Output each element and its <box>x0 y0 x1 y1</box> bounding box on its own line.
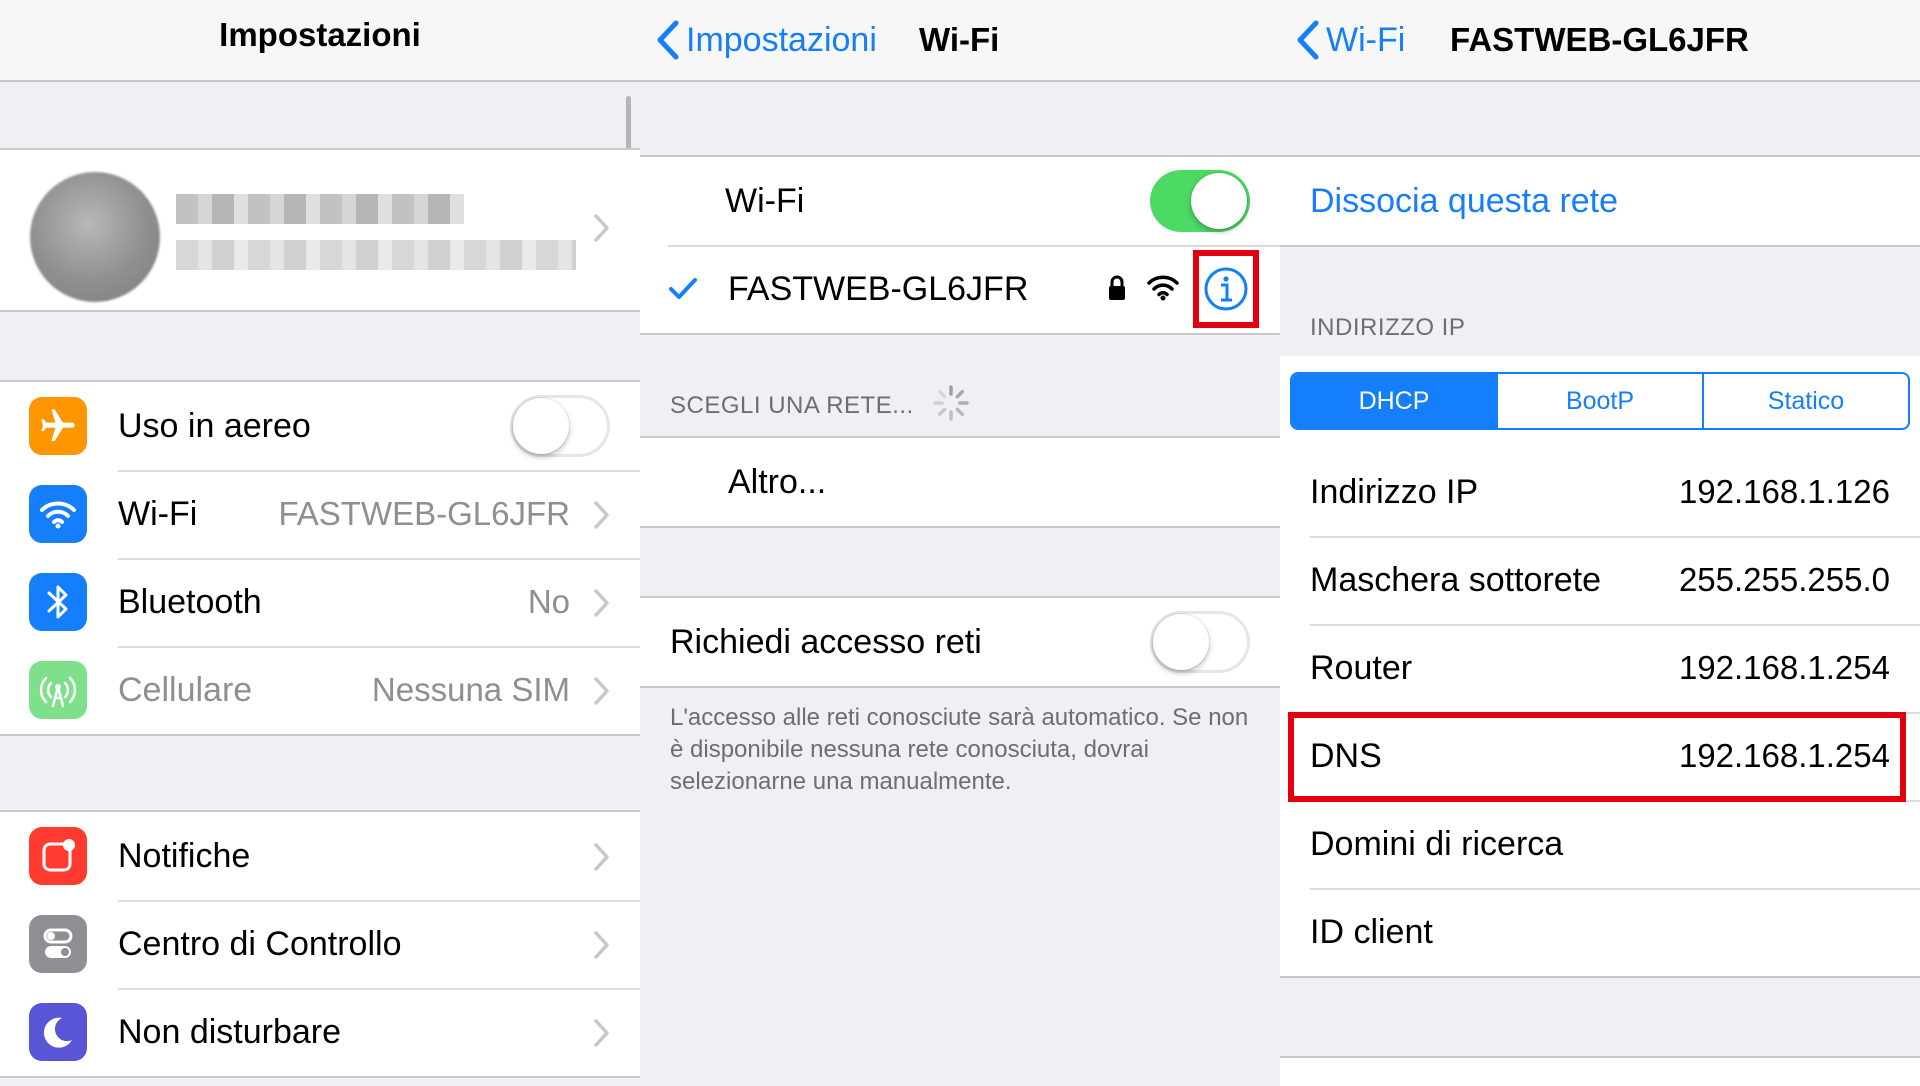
ip-settings-group: Indirizzo IP 192.168.1.126 Maschera sott… <box>1280 356 1920 978</box>
subnet-label: Maschera sottorete <box>1310 560 1602 599</box>
wifi-toggle[interactable] <box>1150 170 1250 232</box>
ask-join-group: Richiedi accesso reti <box>640 596 1280 688</box>
airplane-mode-label: Uso in aereo <box>118 406 311 445</box>
bluetooth-icon <box>29 573 87 631</box>
segment-static[interactable]: Statico <box>1702 374 1908 428</box>
airplane-mode-row[interactable]: Uso in aereo <box>0 382 640 470</box>
profile-name-blurred <box>176 194 464 224</box>
subnet-value: 255.255.255.0 <box>1678 561 1890 598</box>
forget-network-button[interactable]: Dissocia questa rete <box>1310 182 1618 221</box>
ask-join-row: Richiedi accesso reti <box>640 598 1280 686</box>
forget-network-group: Dissocia questa rete <box>1280 155 1920 247</box>
other-network-label: Altro... <box>728 462 827 501</box>
chevron-right-icon <box>594 677 609 705</box>
wifi-row[interactable]: Wi-Fi FASTWEB-GL6JFR <box>0 470 640 558</box>
other-network-row[interactable]: Altro... <box>640 438 1280 526</box>
wifi-toggle-row: Wi-Fi <box>640 157 1280 245</box>
network-detail-navbar: Wi-Fi FASTWEB-GL6JFR <box>1280 0 1920 82</box>
do-not-disturb-label: Non disturbare <box>118 1012 342 1051</box>
choose-network-header: SCEGLI UNA RETE... <box>670 392 914 419</box>
info-button-highlight <box>1193 250 1259 328</box>
ask-join-label: Richiedi accesso reti <box>670 622 982 661</box>
control-center-label: Centro di Controllo <box>118 924 402 963</box>
client-id-row[interactable]: ID client <box>1280 888 1920 976</box>
wifi-navbar: Impostazioni Wi-Fi <box>640 0 1280 82</box>
network-detail-panel: Wi-Fi FASTWEB-GL6JFR Dissocia questa ret… <box>1280 0 1920 1086</box>
segment-bootp[interactable]: BootP <box>1496 374 1702 428</box>
do-not-disturb-row[interactable]: Non disturbare <box>0 988 640 1076</box>
ip-label: Indirizzo IP <box>1310 472 1479 511</box>
client-id-label: ID client <box>1310 912 1433 951</box>
ask-join-footer: L'accesso alle reti conosciute sarà auto… <box>670 704 1249 795</box>
cellular-value: Nessuna SIM <box>371 671 570 708</box>
router-label: Router <box>1310 648 1413 687</box>
ip-address-header: INDIRIZZO IP <box>1310 314 1466 341</box>
bluetooth-value: No <box>527 583 570 620</box>
bluetooth-row[interactable]: Bluetooth No <box>0 558 640 646</box>
page-title: FASTWEB-GL6JFR <box>1450 21 1749 58</box>
chevron-right-icon <box>594 501 609 529</box>
ask-join-toggle[interactable] <box>1150 611 1250 673</box>
notifications-row[interactable]: Notifiche <box>0 812 640 900</box>
search-domains-label: Domini di ricerca <box>1310 824 1564 863</box>
control-center-icon <box>29 915 87 973</box>
chevron-right-icon <box>594 931 609 959</box>
wifi-icon <box>29 485 87 543</box>
wifi-panel: Impostazioni Wi-Fi Wi-Fi FASTWEB-GL6JFR … <box>640 0 1280 1086</box>
airplane-icon <box>29 397 87 455</box>
dns-highlight <box>1288 712 1906 802</box>
wifi-value: FASTWEB-GL6JFR <box>278 495 570 532</box>
ip-row: Indirizzo IP 192.168.1.126 <box>1280 448 1920 536</box>
loading-spinner-icon <box>933 385 969 421</box>
bluetooth-label: Bluetooth <box>118 582 262 621</box>
wifi-toggle-label: Wi-Fi <box>725 181 805 220</box>
control-center-row[interactable]: Centro di Controllo <box>0 900 640 988</box>
connected-network-row[interactable]: FASTWEB-GL6JFR <box>640 245 1280 333</box>
back-button[interactable]: Impostazioni <box>656 16 877 64</box>
wifi-label: Wi-Fi <box>118 494 198 533</box>
ip-value: 192.168.1.126 <box>1678 473 1890 510</box>
profile-subtitle-blurred <box>176 240 576 270</box>
chevron-right-icon <box>594 1019 609 1047</box>
forget-network-row[interactable]: Dissocia questa rete <box>1280 157 1920 245</box>
notifications-icon <box>29 827 87 885</box>
wifi-signal-icon <box>1147 275 1179 301</box>
cellular-label: Cellulare <box>118 670 253 709</box>
chevron-right-icon <box>594 843 609 871</box>
chevron-right-icon <box>594 214 609 242</box>
back-button[interactable]: Wi-Fi <box>1296 16 1405 64</box>
back-button-label: Impostazioni <box>686 20 877 59</box>
router-value: 192.168.1.254 <box>1678 649 1890 686</box>
settings-panel: Impostazioni Uso in aereo Wi-Fi FASTWEB-… <box>0 0 640 1086</box>
airplane-mode-toggle[interactable] <box>510 395 610 457</box>
system-group: Notifiche Centro di Controllo Non distur… <box>0 810 640 1078</box>
cellular-icon <box>29 661 87 719</box>
segment-dhcp[interactable]: DHCP <box>1292 374 1496 428</box>
profile-card[interactable] <box>0 148 640 312</box>
cellular-row[interactable]: Cellulare Nessuna SIM <box>0 646 640 734</box>
other-network-group: Altro... <box>640 436 1280 528</box>
chevron-right-icon <box>594 589 609 617</box>
back-button-label: Wi-Fi <box>1326 20 1406 59</box>
chevron-left-icon <box>1297 20 1319 60</box>
settings-navbar: Impostazioni <box>0 0 640 82</box>
screen: Impostazioni Uso in aereo Wi-Fi FASTWEB-… <box>0 0 1920 1086</box>
checkmark-icon <box>669 278 697 299</box>
ip-mode-segmented-control: DHCP BootP Statico <box>1290 372 1910 430</box>
connectivity-group: Uso in aereo Wi-Fi FASTWEB-GL6JFR Blueto… <box>0 380 640 736</box>
subnet-row: Maschera sottorete 255.255.255.0 <box>1280 536 1920 624</box>
bottom-group <box>1280 1056 1920 1086</box>
network-name: FASTWEB-GL6JFR <box>728 269 1029 308</box>
moon-icon <box>29 1003 87 1061</box>
search-domains-row[interactable]: Domini di ricerca <box>1280 800 1920 888</box>
page-title: Wi-Fi <box>919 21 1000 58</box>
lock-icon <box>1109 275 1125 300</box>
notifications-label: Notifiche <box>118 836 251 875</box>
router-row: Router 192.168.1.254 <box>1280 624 1920 712</box>
wifi-main-group: Wi-Fi FASTWEB-GL6JFR <box>640 155 1280 335</box>
page-title: Impostazioni <box>219 16 421 53</box>
avatar <box>30 172 160 302</box>
chevron-left-icon <box>657 20 679 60</box>
